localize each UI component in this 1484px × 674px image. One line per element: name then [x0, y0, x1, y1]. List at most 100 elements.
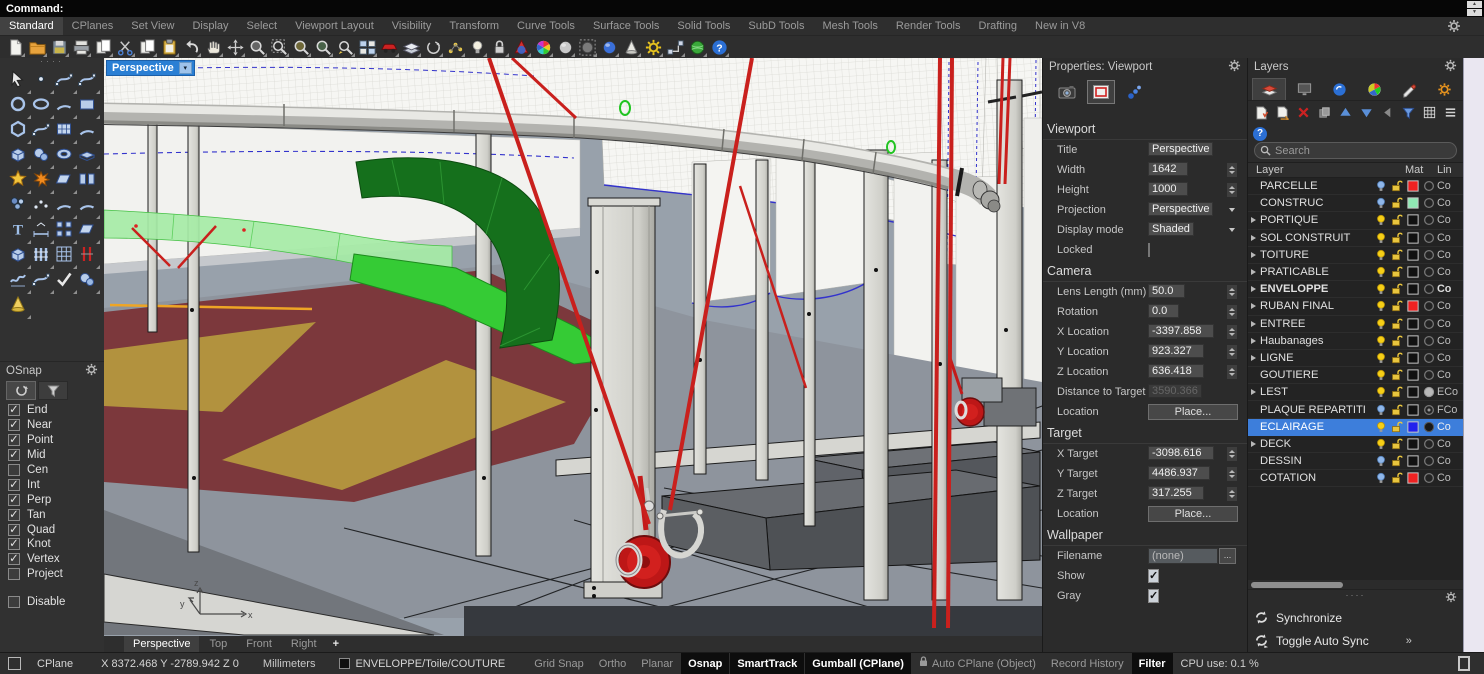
panel-splitter[interactable]: ···· — [1248, 589, 1463, 603]
command-scrollbar[interactable]: ▲▼ — [1467, 1, 1482, 16]
scroll-down-icon[interactable]: ▼ — [1467, 9, 1482, 16]
toggle-gumball-cplane-[interactable]: Gumball (CPlane) — [805, 653, 911, 674]
layer-color-swatch[interactable] — [1405, 318, 1421, 330]
menu-tab-cplanes[interactable]: CPlanes — [63, 17, 123, 35]
trim-icon[interactable] — [54, 169, 77, 194]
browse-button[interactable]: ... — [1219, 548, 1236, 564]
layer-row[interactable]: PRATICABLECo — [1248, 264, 1463, 281]
bulb-on-icon[interactable] — [1373, 421, 1389, 433]
unlocked-icon[interactable] — [1389, 455, 1405, 467]
cut-icon[interactable] — [116, 38, 135, 57]
display-tab-icon[interactable] — [1287, 78, 1321, 100]
material-icon[interactable] — [1421, 180, 1437, 192]
layers-gear-icon[interactable] — [1444, 59, 1457, 75]
material-icon[interactable] — [1421, 283, 1437, 295]
material-icon[interactable] — [1421, 232, 1437, 244]
menu-tab-curve-tools[interactable]: Curve Tools — [508, 17, 584, 35]
layer-row[interactable]: PARCELLECo — [1248, 178, 1463, 195]
material-icon[interactable] — [1421, 404, 1437, 416]
layer-grid-icon[interactable] — [1420, 103, 1439, 121]
fillet-icon[interactable] — [8, 194, 31, 219]
rendered-display-icon[interactable] — [600, 38, 619, 57]
menu-tab-viewport-layout[interactable]: Viewport Layout — [286, 17, 383, 35]
locked-checkbox[interactable] — [1148, 243, 1150, 257]
layer-row[interactable]: TOITURECo — [1248, 247, 1463, 264]
synchronize-button[interactable]: Synchronize — [1254, 606, 1463, 629]
x-target-field[interactable]: -3098.616 — [1148, 446, 1238, 462]
knot-checkbox[interactable] — [8, 538, 20, 550]
freeform-curve-icon[interactable] — [31, 119, 54, 144]
bulb-on-icon[interactable] — [1373, 266, 1389, 278]
viewport-tab-right[interactable]: Right — [282, 636, 326, 652]
fence-icon[interactable] — [31, 244, 54, 269]
scroll-up-icon[interactable]: ▲ — [1467, 1, 1482, 8]
layer-color-swatch[interactable] — [1405, 197, 1421, 209]
unlocked-icon[interactable] — [1389, 283, 1405, 295]
spinner-arrows[interactable] — [1227, 325, 1237, 339]
menu-tab-render-tools[interactable]: Render Tools — [887, 17, 970, 35]
spinner-arrows[interactable] — [1227, 365, 1237, 379]
toggle-ortho[interactable]: Ortho — [592, 653, 634, 674]
text-icon[interactable]: T — [8, 219, 31, 244]
material-icon[interactable] — [1421, 214, 1437, 226]
layer-color-swatch[interactable] — [1405, 266, 1421, 278]
circle-icon[interactable] — [8, 94, 31, 119]
layer-color-swatch[interactable] — [1405, 335, 1421, 347]
spinner-arrows[interactable] — [1227, 305, 1237, 319]
boolean-union-icon[interactable] — [8, 169, 31, 194]
toggle-smarttrack[interactable]: SmartTrack — [730, 653, 804, 674]
rotate-view-icon[interactable] — [226, 38, 245, 57]
bulb-off-icon[interactable] — [1373, 197, 1389, 209]
cen-checkbox[interactable] — [8, 464, 20, 476]
layers-tab-icon[interactable] — [1252, 78, 1286, 100]
toggle-auto-sync-button[interactable]: Toggle Auto Sync » — [1254, 629, 1463, 652]
cplane-button[interactable]: CPlane — [37, 658, 73, 670]
search-input[interactable] — [1275, 145, 1456, 157]
surface-patch-icon[interactable] — [54, 119, 77, 144]
pan-view-icon[interactable] — [204, 38, 223, 57]
menu-tab-solid-tools[interactable]: Solid Tools — [668, 17, 739, 35]
spinner-arrows[interactable] — [1227, 285, 1237, 299]
bulb-on-icon[interactable] — [1373, 386, 1389, 398]
material-icon[interactable] — [1421, 455, 1437, 467]
history-icon[interactable] — [666, 38, 685, 57]
material-icon[interactable] — [1421, 300, 1437, 312]
move-down-icon[interactable] — [1357, 103, 1376, 121]
bulb-on-icon[interactable] — [1373, 369, 1389, 381]
drape-icon[interactable] — [8, 269, 31, 294]
command-bar[interactable]: Command: ▲▼ — [0, 0, 1484, 17]
unlocked-icon[interactable] — [1389, 214, 1405, 226]
layer-row[interactable]: PORTIQUECo — [1248, 212, 1463, 229]
toggle-record-history[interactable]: Record History — [1044, 653, 1131, 674]
unlocked-icon[interactable] — [1389, 404, 1405, 416]
projection-field[interactable]: Perspective — [1148, 202, 1238, 218]
arc-icon[interactable] — [54, 94, 77, 119]
osnap-tab-icon[interactable] — [6, 381, 36, 400]
bulb-on-icon[interactable] — [1373, 300, 1389, 312]
menu-gear-icon[interactable] — [1447, 19, 1461, 33]
int-checkbox[interactable] — [8, 479, 20, 491]
linear-array-icon[interactable] — [77, 244, 100, 269]
viewport-tab-add[interactable]: + — [327, 636, 345, 652]
gray-checkbox[interactable]: ✓ — [1148, 589, 1159, 603]
unlocked-icon[interactable] — [1389, 421, 1405, 433]
width-field[interactable]: 1642 — [1148, 162, 1238, 178]
artistic-display-icon[interactable] — [622, 38, 641, 57]
layer-color-swatch[interactable] — [1405, 386, 1421, 398]
save-file-icon[interactable] — [50, 38, 69, 57]
copy-file-icon[interactable] — [94, 38, 113, 57]
box-icon[interactable] — [8, 144, 31, 169]
curve-control-icon[interactable] — [77, 69, 100, 94]
x-location-field[interactable]: -3397.858 — [1148, 324, 1238, 340]
filename-field[interactable]: (none) — [1148, 548, 1218, 564]
viewport-tab-perspective[interactable]: Perspective — [124, 636, 199, 652]
layer-color-swatch[interactable] — [1405, 369, 1421, 381]
spinner-arrows[interactable] — [1227, 183, 1237, 197]
layer-color-swatch[interactable] — [1405, 404, 1421, 416]
expand-arrow-icon[interactable] — [1251, 338, 1260, 344]
slab-icon[interactable] — [77, 144, 100, 169]
z-target-field[interactable]: 317.255 — [1148, 486, 1238, 502]
bulb-on-icon[interactable] — [1373, 438, 1389, 450]
collapse-icon[interactable] — [1378, 103, 1397, 121]
unlocked-icon[interactable] — [1389, 352, 1405, 364]
